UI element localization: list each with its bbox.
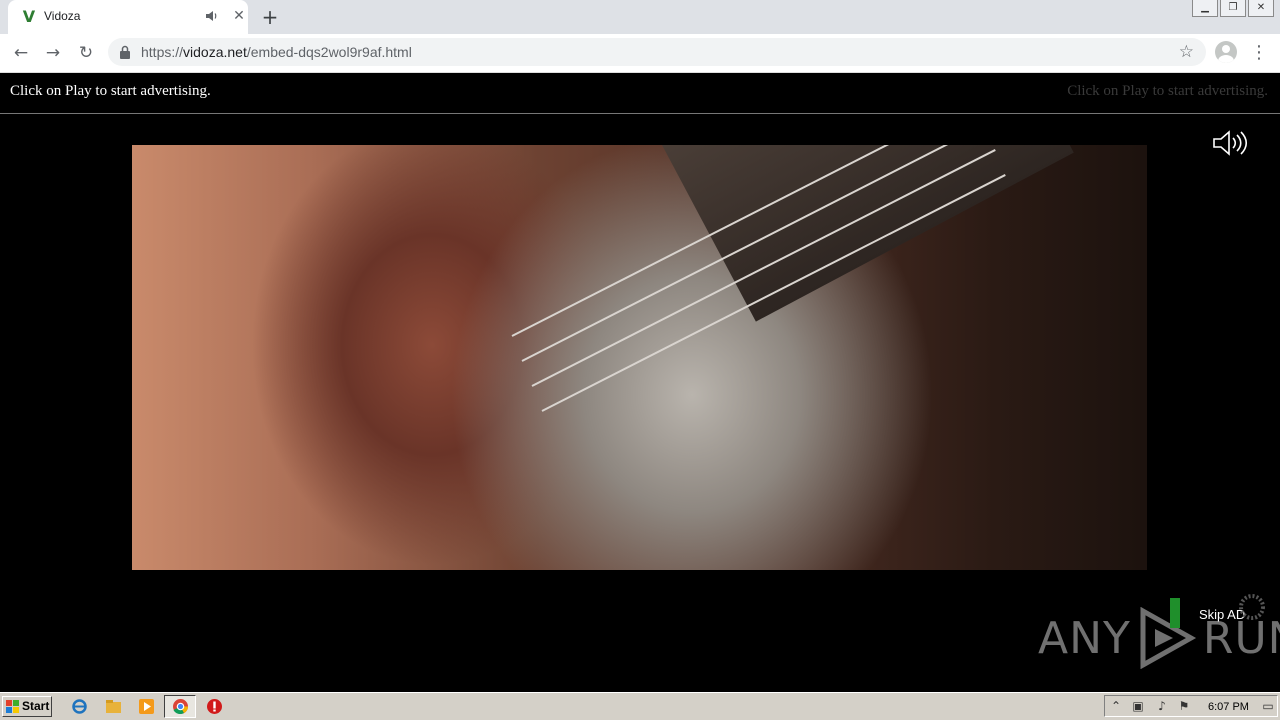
new-tab-icon[interactable]: + bbox=[258, 5, 282, 29]
speaker-icon[interactable] bbox=[1212, 129, 1248, 157]
url-text[interactable]: https://vidoza.net/embed-dqs2wol9r9af.ht… bbox=[141, 44, 412, 60]
loading-spinner-icon bbox=[1239, 594, 1265, 620]
reload-icon[interactable]: ↻ bbox=[75, 42, 97, 64]
chrome-icon bbox=[173, 699, 188, 715]
profile-icon[interactable] bbox=[1215, 41, 1237, 63]
back-icon[interactable]: ← bbox=[10, 42, 32, 64]
start-button[interactable]: Start bbox=[2, 696, 52, 717]
minimize-button[interactable]: ▁ bbox=[1192, 0, 1218, 17]
browser-titlebar: V Vidoza ✕ + ▁ ❐ ✕ bbox=[0, 0, 1280, 34]
file-explorer-icon[interactable] bbox=[105, 698, 122, 715]
chrome-taskbar-button[interactable] bbox=[164, 695, 196, 718]
start-label: Start bbox=[22, 699, 50, 713]
url-host: vidoza.net bbox=[183, 44, 247, 60]
show-desktop-icon[interactable]: ▭ bbox=[1261, 699, 1275, 713]
address-bar[interactable]: https://vidoza.net/embed-dqs2wol9r9af.ht… bbox=[108, 38, 1206, 66]
lock-icon[interactable] bbox=[120, 45, 130, 59]
media-player-icon[interactable] bbox=[138, 698, 155, 715]
ad-text-left[interactable]: Click on Play to start advertising. bbox=[10, 83, 211, 100]
system-tray: ⌃ ▣ ♪ ⚑ ▭ bbox=[1104, 695, 1278, 717]
window-controls: ▁ ❐ ✕ bbox=[1192, 0, 1274, 18]
skip-progress-bar bbox=[1170, 598, 1180, 628]
action-center-flag-icon[interactable]: ⚑ bbox=[1177, 699, 1191, 713]
watermark-left: ANY bbox=[1038, 612, 1131, 664]
tab-title: Vidoza bbox=[44, 9, 81, 23]
page-content: Click on Play to start advertising. Clic… bbox=[0, 73, 1280, 692]
play-logo-icon bbox=[1140, 607, 1196, 669]
volume-icon[interactable]: ♪ bbox=[1155, 699, 1169, 713]
guitar-fretboard bbox=[662, 145, 1074, 322]
ad-text-right[interactable]: Click on Play to start advertising. bbox=[1067, 83, 1268, 100]
close-window-button[interactable]: ✕ bbox=[1248, 0, 1274, 17]
menu-icon[interactable]: ⋮ bbox=[1250, 42, 1268, 64]
taskbar-clock[interactable]: 6:07 PM bbox=[1208, 701, 1249, 713]
taskbar: Start ⌃ ▣ ♪ ⚑ ▭ 6:07 PM bbox=[0, 692, 1280, 720]
star-icon[interactable]: ☆ bbox=[1179, 42, 1194, 62]
audio-icon[interactable] bbox=[205, 9, 219, 23]
internet-explorer-icon[interactable] bbox=[71, 698, 88, 715]
url-path: /embed-dqs2wol9r9af.html bbox=[246, 44, 412, 60]
windows-logo-icon bbox=[6, 700, 19, 713]
url-scheme: https:// bbox=[141, 44, 184, 60]
video-player[interactable] bbox=[132, 145, 1147, 570]
restore-button[interactable]: ❐ bbox=[1220, 0, 1246, 17]
tab-vidoza[interactable]: V Vidoza ✕ bbox=[8, 0, 248, 34]
vidoza-favicon-icon: V bbox=[22, 7, 36, 26]
security-alert-icon[interactable] bbox=[206, 698, 223, 715]
close-icon[interactable]: ✕ bbox=[230, 7, 248, 25]
show-hidden-icons-icon[interactable]: ⌃ bbox=[1109, 699, 1123, 713]
browser-toolbar: ← → ↻ https://vidoza.net/embed-dqs2wol9r… bbox=[0, 34, 1280, 73]
network-icon[interactable]: ▣ bbox=[1131, 699, 1145, 713]
ad-banner[interactable]: Click on Play to start advertising. Clic… bbox=[0, 73, 1280, 114]
forward-icon[interactable]: → bbox=[42, 42, 64, 64]
